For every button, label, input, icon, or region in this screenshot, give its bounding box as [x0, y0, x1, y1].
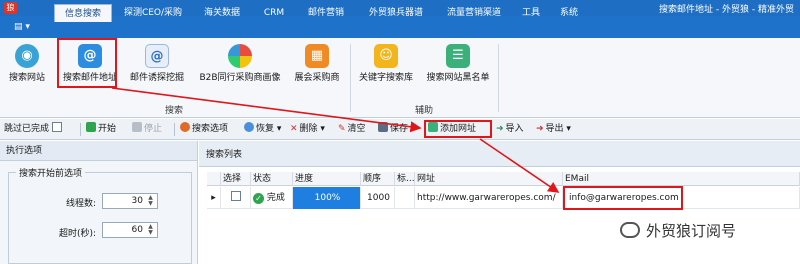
arrow-to-add-url: [111, 87, 422, 133]
wechat-icon: [620, 222, 640, 238]
arrow-to-email: [479, 138, 560, 193]
watermark: 外贸狼订阅号: [620, 220, 792, 242]
